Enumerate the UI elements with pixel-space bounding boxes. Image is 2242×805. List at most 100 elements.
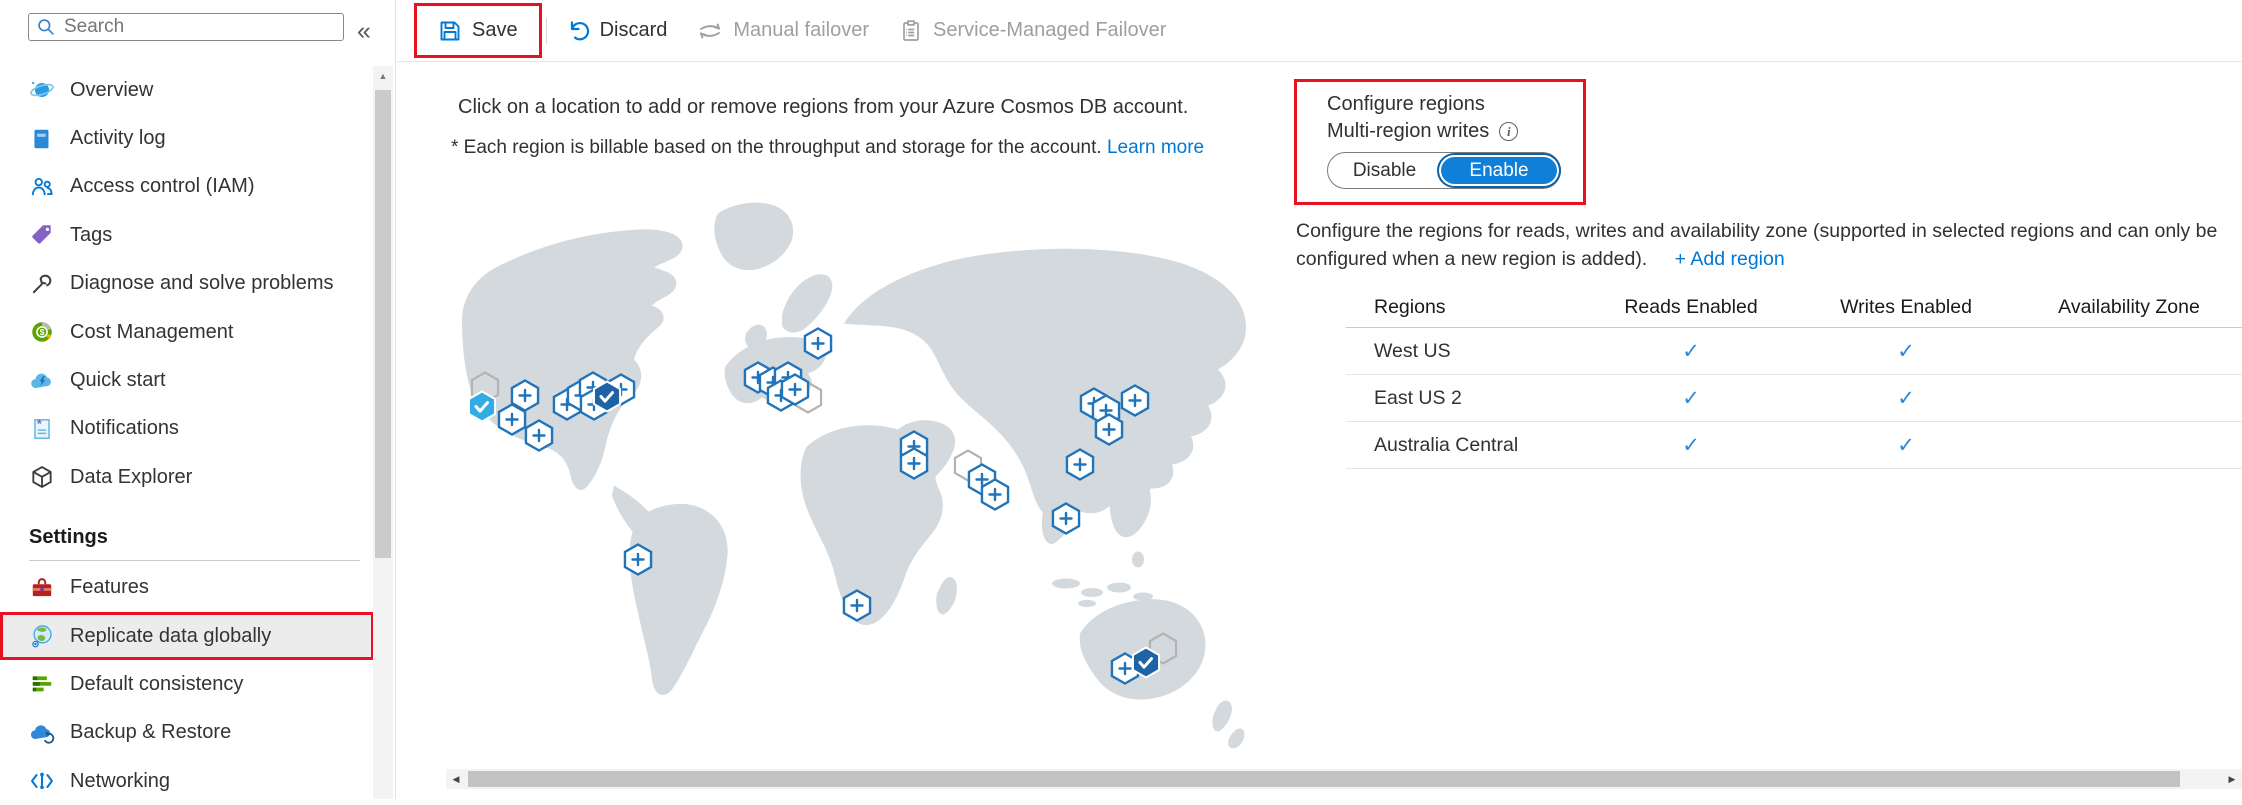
region-marker-plus[interactable] [805, 329, 831, 359]
notifications-icon: * [29, 416, 55, 442]
billing-note: * Each region is billable based on the t… [451, 137, 1204, 159]
manual-failover-button[interactable]: Manual failover [682, 10, 884, 52]
default-consistency-icon [29, 671, 55, 697]
region-marker-plus[interactable] [1053, 504, 1079, 534]
region-marker-plus[interactable] [901, 449, 927, 479]
discard-button[interactable]: Discard [551, 10, 683, 52]
region-marker-check-cyan[interactable] [469, 392, 495, 422]
toolbar-separator [546, 18, 547, 44]
sidebar-item-replicate-data-globally[interactable]: Replicate data globally [0, 612, 374, 660]
region-marker-check-dark[interactable] [594, 382, 620, 412]
sidebar-scrollbar-thumb[interactable] [375, 90, 391, 558]
sidebar-item-label: Overview [70, 79, 153, 102]
sidebar-item-label: Notifications [70, 417, 179, 440]
sidebar-item-cost-management[interactable]: $ Cost Management [0, 308, 374, 356]
sidebar-item-access-control-iam[interactable]: Access control (IAM) [0, 163, 374, 211]
sidebar-scrollbar[interactable]: ▲ [373, 66, 393, 799]
sidebar-item-quick-start[interactable]: Quick start [0, 356, 374, 404]
region-marker-plus[interactable] [1096, 415, 1122, 445]
scroll-left-arrow[interactable]: ◀ [446, 769, 466, 789]
sidebar: Search « Overview Activity log Access cont… [0, 0, 396, 799]
settings-divider [29, 560, 360, 561]
region-marker-plus[interactable] [982, 480, 1008, 510]
page-description: Click on a location to add or remove reg… [458, 96, 1188, 119]
sidebar-item-activity-log[interactable]: Activity log [0, 114, 374, 162]
regions-table-header: Regions Reads Enabled Writes Enabled Ava… [1346, 288, 2242, 328]
region-marker-plus[interactable] [782, 375, 808, 405]
data-explorer-icon [29, 464, 55, 490]
multi-region-writes-label: Multi-region writes [1327, 120, 1489, 143]
sidebar-item-label: Networking [70, 770, 170, 793]
save-highlight-box: Save [414, 3, 542, 58]
world-map-svg [446, 196, 1268, 754]
region-marker-plus[interactable] [526, 421, 552, 451]
sidebar-item-label: Access control (IAM) [70, 175, 254, 198]
table-row: Australia Central✓✓ [1346, 422, 2242, 469]
reads-enabled-check: ✓ [1586, 339, 1796, 364]
sidebar-item-label: Cost Management [70, 321, 233, 344]
multi-region-writes-toggle: Disable Enable [1327, 152, 1561, 189]
cost-management-icon: $ [29, 319, 55, 345]
sidebar-item-label: Features [70, 576, 149, 599]
region-marker-plus[interactable] [1067, 450, 1093, 480]
service-managed-failover-button[interactable]: Service-Managed Failover [884, 10, 1181, 52]
scroll-right-arrow[interactable]: ▶ [2222, 769, 2242, 789]
horizontal-scrollbar-thumb[interactable] [468, 771, 2180, 787]
horizontal-scrollbar[interactable]: ◀ ▶ [446, 769, 2242, 789]
svg-text:$: $ [40, 327, 45, 337]
configure-regions-title: Configure regions [1327, 93, 1583, 116]
activity-log-icon [29, 126, 55, 152]
learn-more-link[interactable]: Learn more [1107, 137, 1204, 158]
sidebar-item-label: Default consistency [70, 673, 243, 696]
region-marker-plus[interactable] [1122, 386, 1148, 416]
command-bar: Save Discard Manual failover Service [397, 0, 2242, 62]
col-writes-enabled: Writes Enabled [1796, 296, 2016, 319]
col-availability-zone: Availability Zone [2016, 296, 2242, 319]
reads-enabled-check: ✓ [1586, 433, 1796, 458]
writes-enabled-check: ✓ [1796, 339, 2016, 364]
enable-option[interactable]: Enable [1441, 157, 1557, 184]
collapse-sidebar-button[interactable]: « [357, 17, 371, 46]
add-region-link[interactable]: + Add region [1675, 248, 1785, 270]
table-row: West US✓✓ [1346, 328, 2242, 375]
networking-icon [29, 768, 55, 794]
world-map[interactable] [446, 196, 1268, 754]
region-marker-plus[interactable] [499, 405, 525, 435]
region-marker-check-dark[interactable] [1133, 648, 1159, 678]
settings-section-heading: Settings [0, 516, 374, 560]
sidebar-item-features[interactable]: Features [0, 564, 374, 612]
writes-enabled-check: ✓ [1796, 433, 2016, 458]
quick-start-icon [29, 368, 55, 394]
sidebar-item-backup-restore[interactable]: Backup & Restore [0, 709, 374, 757]
region-name-cell: West US [1346, 340, 1586, 363]
sidebar-item-data-explorer[interactable]: Data Explorer [0, 453, 374, 501]
configure-regions-panel: Configure regions Multi-region writes i … [1294, 79, 1586, 205]
configure-regions-description: Configure the regions for reads, writes … [1296, 217, 2242, 273]
search-icon [36, 17, 56, 37]
sidebar-item-notifications[interactable]: * Notifications [0, 405, 374, 453]
sidebar-item-overview[interactable]: Overview [0, 66, 374, 114]
features-icon [29, 575, 55, 601]
save-button[interactable]: Save [423, 10, 533, 52]
region-marker-plus[interactable] [844, 591, 870, 621]
sidebar-item-label: Quick start [70, 369, 166, 392]
discard-icon [566, 19, 590, 43]
sidebar-item-diagnose-and-solve-problems[interactable]: Diagnose and solve problems [0, 260, 374, 308]
sidebar-item-tags[interactable]: Tags [0, 211, 374, 259]
backup-restore-icon [29, 720, 55, 746]
overview-icon [29, 77, 55, 103]
scroll-up-arrow[interactable]: ▲ [373, 66, 393, 86]
sidebar-item-default-consistency[interactable]: Default consistency [0, 660, 374, 708]
info-icon[interactable]: i [1499, 122, 1518, 141]
col-reads-enabled: Reads Enabled [1586, 296, 1796, 319]
disable-option[interactable]: Disable [1328, 160, 1441, 182]
sidebar-item-networking[interactable]: Networking [0, 757, 374, 805]
region-marker-plus[interactable] [625, 545, 651, 575]
search-input[interactable]: Search [28, 13, 344, 41]
sidebar-nav: Overview Activity log Access control (IAM)… [0, 66, 374, 805]
sidebar-item-label: Backup & Restore [70, 721, 231, 744]
region-name-cell: East US 2 [1346, 387, 1586, 410]
sidebar-item-label: Activity log [70, 127, 166, 150]
access-control-icon [29, 174, 55, 200]
diagnose-icon [29, 271, 55, 297]
